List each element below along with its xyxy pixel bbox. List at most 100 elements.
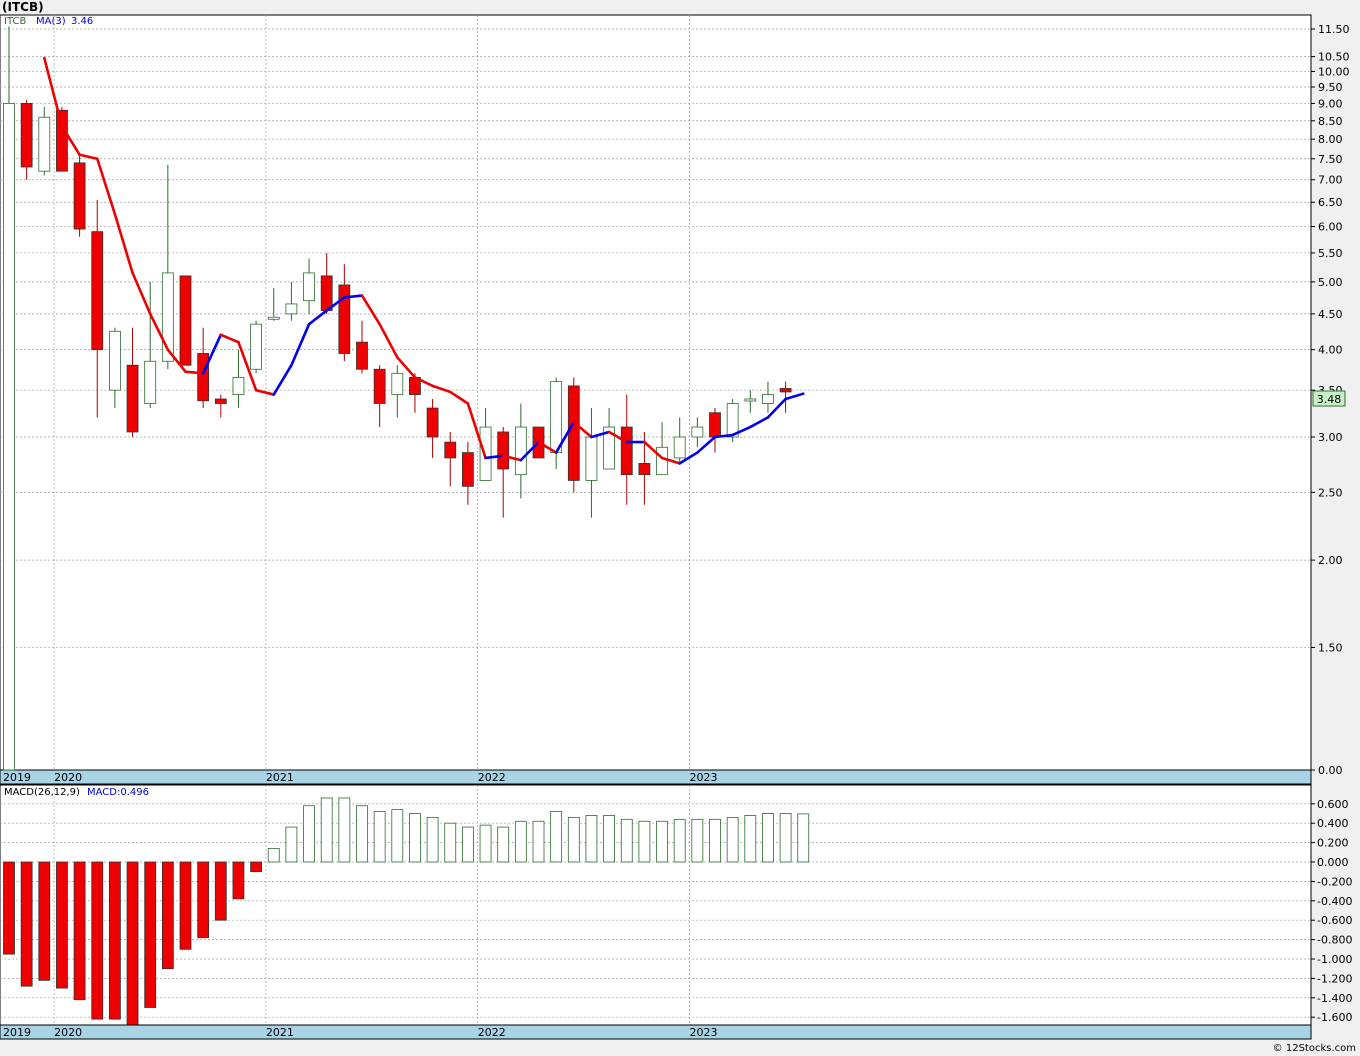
candle-down — [179, 275, 192, 366]
price-tick-label: 8.00 — [1318, 133, 1343, 146]
last-price-tag: 3.48 — [1312, 390, 1346, 407]
macd-bar-negative — [73, 861, 86, 1001]
candle-body — [444, 441, 457, 459]
candle-body — [673, 436, 686, 459]
macd-bar-positive — [779, 813, 792, 863]
macd-tick-label: -0.400 — [1317, 895, 1352, 908]
macd-bar-negative — [250, 861, 263, 873]
macd-bar-positive — [797, 813, 810, 863]
candle-body — [250, 323, 263, 370]
macd-axis: 0.600 0.400 0.200 0.000 -0.200 -0.400 -0.600 -0… — [1311, 798, 1352, 1024]
macd-bar-positive — [497, 826, 510, 863]
macd-bar-positive — [726, 816, 739, 863]
ma-segment — [184, 370, 205, 375]
macd-tick-label: -0.800 — [1317, 934, 1352, 947]
candle-body — [38, 116, 51, 172]
last-price-label: 3.48 — [1317, 393, 1342, 406]
candle-body — [779, 388, 792, 393]
candle-up — [3, 26, 15, 771]
candle-body — [585, 436, 598, 481]
macd-bar-positive — [479, 824, 492, 863]
macd-bar-negative — [197, 861, 210, 939]
macd-bar-negative — [3, 861, 15, 955]
macd-tick-label: -0.600 — [1317, 914, 1352, 927]
macd-bar-positive — [373, 811, 386, 863]
candle-body — [497, 431, 510, 470]
macd-bar-positive — [762, 813, 774, 863]
candle-body — [285, 303, 298, 315]
stock-chart: (ITCB) 11.50 10.5010.00 9.50 9.00 8.50 8.00 7.… — [0, 0, 1356, 1054]
candle-body — [73, 162, 86, 230]
candle-body — [356, 341, 368, 370]
price-tick-label: 9.50 — [1318, 81, 1343, 94]
macd-bar-positive — [673, 818, 686, 863]
macd-bar-positive — [444, 822, 457, 863]
macd-bar-negative — [109, 861, 121, 1020]
candle-down — [567, 377, 580, 493]
macd-bar-negative — [214, 861, 227, 921]
macd-bar-positive — [285, 826, 298, 863]
macd-legend-params: MACD(26,12,9) — [4, 787, 80, 798]
price-tick-label: 2.50 — [1318, 486, 1343, 499]
candle-down — [73, 154, 86, 237]
price-tick-label: 5.00 — [1318, 276, 1343, 289]
macd-bar-positive — [656, 820, 668, 863]
price-panel — [0, 14, 1312, 771]
price-tick-label: 11.50 — [1318, 23, 1350, 36]
price-tick-label: 1.50 — [1318, 641, 1343, 654]
macd-tick-label: -1.400 — [1317, 992, 1352, 1005]
macd-bar-negative — [232, 861, 245, 900]
candle-body — [126, 364, 139, 433]
chart-title: (ITCB) — [2, 0, 44, 14]
price-tick-label: 7.00 — [1318, 174, 1343, 187]
macd-bar-negative — [56, 861, 68, 989]
candle-body — [144, 360, 157, 404]
candle-body — [179, 275, 192, 366]
price-tick-label: 0.00 — [1318, 764, 1343, 777]
candle-body — [762, 394, 774, 404]
macd-tick-label: 0.200 — [1317, 837, 1349, 850]
macd-bar-negative — [161, 861, 174, 970]
macd-tick-label: 0.000 — [1317, 856, 1349, 869]
legend-ma-label: MA(3) — [36, 16, 66, 27]
year-label: 2023 — [690, 771, 718, 784]
candle-body — [744, 398, 757, 402]
price-tick-label: 4.00 — [1318, 344, 1343, 357]
year-label: 2019 — [3, 771, 31, 784]
candle-body — [373, 368, 386, 404]
macd-bar-positive — [409, 813, 421, 863]
macd-bar-negative — [20, 861, 33, 987]
price-tick-label: 10.00 — [1318, 65, 1350, 78]
price-tick-label: 2.00 — [1318, 554, 1343, 567]
candle-body — [691, 426, 704, 438]
macd-bar-negative — [126, 861, 139, 1026]
candle-body — [426, 407, 439, 438]
macd-bar-negative — [38, 861, 51, 981]
macd-bar-positive — [426, 816, 439, 863]
candle-body — [320, 275, 333, 311]
macd-tick-label: 0.600 — [1317, 798, 1349, 811]
candle-up — [250, 320, 263, 374]
macd-bar-negative — [144, 861, 157, 1008]
macd-legend-value: MACD:0.496 — [87, 787, 149, 798]
macd-tick-label: -1.600 — [1317, 1011, 1352, 1024]
macd-tick-label: 0.400 — [1317, 817, 1349, 830]
macd-year-label: 2023 — [690, 1026, 718, 1039]
candle-body — [620, 426, 633, 476]
price-tick-label: 10.50 — [1318, 51, 1350, 64]
price-year-band — [0, 769, 1312, 785]
candle-body — [197, 353, 210, 402]
macd-bar-positive — [567, 816, 580, 863]
candle-body — [567, 385, 580, 481]
macd-bar-positive — [603, 815, 615, 863]
year-label: 2022 — [478, 771, 506, 784]
macd-bar-negative — [91, 861, 104, 1020]
macd-bar-positive — [691, 818, 704, 863]
candle-body — [214, 398, 227, 404]
macd-bar-positive — [638, 820, 651, 863]
macd-bar-positive — [514, 820, 527, 863]
macd-bar-negative — [179, 861, 192, 950]
candle-body — [656, 446, 668, 476]
candle-body — [514, 426, 527, 476]
price-tick-label: 4.50 — [1318, 308, 1343, 321]
